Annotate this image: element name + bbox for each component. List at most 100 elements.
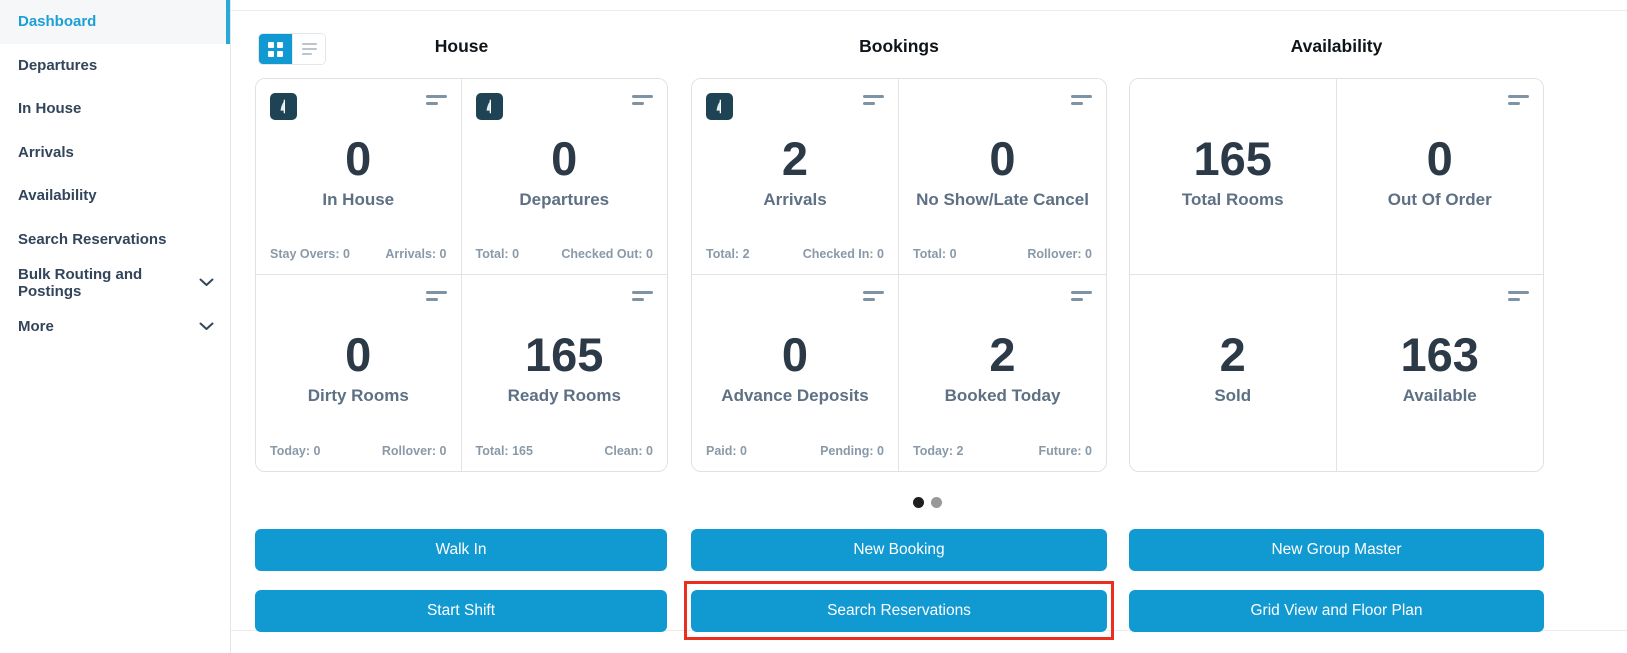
stat-footer-left: Stay Overs: 0: [270, 247, 350, 261]
stat-footer-left: Total: 0: [476, 247, 520, 261]
stat-label: Dirty Rooms: [256, 386, 461, 406]
search-reservations-button[interactable]: Search Reservations: [691, 590, 1107, 632]
stat-label: Arrivals: [692, 190, 898, 210]
sidebar-item-search-reservations[interactable]: Search Reservations: [0, 218, 230, 262]
sort-icon[interactable]: [863, 291, 884, 301]
sort-icon[interactable]: [1508, 95, 1529, 105]
stat-footer-right: Clean: 0: [604, 444, 653, 458]
stat-footer-left: Paid: 0: [706, 444, 747, 458]
pagination-dot-1[interactable]: [913, 497, 924, 508]
availability-card-group: 165 Total Rooms 0 Out Of Order 2 Sold 16…: [1129, 78, 1544, 472]
stat-label: No Show/Late Cancel: [899, 190, 1106, 210]
stat-footer-right: Future: 0: [1039, 444, 1092, 458]
start-shift-button[interactable]: Start Shift: [255, 590, 667, 632]
stat-value: 2: [692, 135, 898, 182]
chevron-down-icon: [199, 278, 214, 287]
departures-card[interactable]: 0 Departures Total: 0 Checked Out: 0: [462, 79, 668, 275]
sort-icon[interactable]: [1071, 95, 1092, 105]
brand-logo-icon: [476, 93, 503, 120]
stat-label: Departures: [462, 190, 668, 210]
in-house-card[interactable]: 0 In House Stay Overs: 0 Arrivals: 0: [256, 79, 462, 275]
arrivals-card[interactable]: 2 Arrivals Total: 2 Checked In: 0: [692, 79, 899, 275]
stat-label: Out Of Order: [1337, 190, 1544, 210]
sidebar-item-label: Dashboard: [18, 13, 96, 30]
sidebar-item-in-house[interactable]: In House: [0, 87, 230, 131]
stat-label: Total Rooms: [1130, 190, 1336, 210]
sidebar-item-bulk-routing-and-postings[interactable]: Bulk Routing and Postings: [0, 261, 230, 305]
stat-value: 2: [899, 331, 1106, 378]
stat-footer-right: Rollover: 0: [1027, 247, 1092, 261]
sort-icon[interactable]: [1071, 291, 1092, 301]
sidebar-item-label: In House: [18, 100, 81, 117]
sidebar-item-label: Departures: [18, 57, 97, 74]
stat-value: 0: [899, 135, 1106, 182]
sidebar-item-label: More: [18, 318, 54, 335]
stat-value: 163: [1337, 331, 1544, 378]
walk-in-button[interactable]: Walk In: [255, 529, 667, 571]
available-card[interactable]: 163 Available: [1337, 275, 1544, 471]
sidebar-nav: Dashboard Departures In House Arrivals A…: [0, 0, 231, 653]
sidebar-item-label: Bulk Routing and Postings: [18, 266, 199, 300]
stat-value: 0: [256, 135, 461, 182]
stat-footer-right: Checked Out: 0: [561, 247, 653, 261]
stat-label: Sold: [1130, 386, 1336, 406]
section-title-bookings: Bookings: [691, 36, 1107, 57]
sidebar-item-dashboard[interactable]: Dashboard: [0, 0, 230, 44]
dirty-rooms-card[interactable]: 0 Dirty Rooms Today: 0 Rollover: 0: [256, 275, 462, 471]
sort-icon[interactable]: [426, 95, 447, 105]
sort-icon[interactable]: [632, 95, 653, 105]
stat-value: 165: [1130, 135, 1336, 182]
pagination-dot-2[interactable]: [931, 497, 942, 508]
chevron-down-icon: [199, 322, 214, 331]
stat-label: Available: [1337, 386, 1544, 406]
sort-icon[interactable]: [632, 291, 653, 301]
stat-label: In House: [256, 190, 461, 210]
stat-label: Ready Rooms: [462, 386, 668, 406]
total-rooms-card[interactable]: 165 Total Rooms: [1130, 79, 1337, 275]
stat-value: 165: [462, 331, 668, 378]
stat-footer-left: Today: 2: [913, 444, 963, 458]
no-show-late-cancel-card[interactable]: 0 No Show/Late Cancel Total: 0 Rollover:…: [899, 79, 1106, 275]
house-card-group: 0 In House Stay Overs: 0 Arrivals: 0 0 D…: [255, 78, 668, 472]
sidebar-item-more[interactable]: More: [0, 305, 230, 349]
sort-icon[interactable]: [426, 291, 447, 301]
sidebar-item-availability[interactable]: Availability: [0, 174, 230, 218]
section-title-house: House: [255, 36, 668, 57]
sidebar-item-departures[interactable]: Departures: [0, 44, 230, 88]
grid-view-and-floor-plan-button[interactable]: Grid View and Floor Plan: [1129, 590, 1544, 632]
sold-card[interactable]: 2 Sold: [1130, 275, 1337, 471]
stat-label: Advance Deposits: [692, 386, 898, 406]
out-of-order-card[interactable]: 0 Out Of Order: [1337, 79, 1544, 275]
stat-footer-right: Arrivals: 0: [385, 247, 446, 261]
sort-icon[interactable]: [863, 95, 884, 105]
new-booking-button[interactable]: New Booking: [691, 529, 1107, 571]
stat-value: 0: [692, 331, 898, 378]
new-group-master-button[interactable]: New Group Master: [1129, 529, 1544, 571]
stat-footer-right: Rollover: 0: [382, 444, 447, 458]
carousel-pagination: [913, 497, 942, 508]
stat-footer-left: Total: 0: [913, 247, 957, 261]
stat-label: Booked Today: [899, 386, 1106, 406]
stat-footer-left: Total: 165: [476, 444, 533, 458]
stat-footer-right: Pending: 0: [820, 444, 884, 458]
sidebar-item-label: Availability: [18, 187, 97, 204]
brand-logo-icon: [706, 93, 733, 120]
sort-icon[interactable]: [1508, 291, 1529, 301]
ready-rooms-card[interactable]: 165 Ready Rooms Total: 165 Clean: 0: [462, 275, 668, 471]
brand-logo-icon: [270, 93, 297, 120]
sidebar-item-label: Arrivals: [18, 144, 74, 161]
booked-today-card[interactable]: 2 Booked Today Today: 2 Future: 0: [899, 275, 1106, 471]
stat-value: 0: [1337, 135, 1544, 182]
top-divider: [231, 10, 1627, 11]
stat-footer-left: Total: 2: [706, 247, 750, 261]
stat-value: 0: [256, 331, 461, 378]
advance-deposits-card[interactable]: 0 Advance Deposits Paid: 0 Pending: 0: [692, 275, 899, 471]
stat-value: 2: [1130, 331, 1336, 378]
stat-footer-right: Checked In: 0: [803, 247, 884, 261]
stat-footer-left: Today: 0: [270, 444, 320, 458]
sidebar-item-label: Search Reservations: [18, 231, 166, 248]
bookings-card-group: 2 Arrivals Total: 2 Checked In: 0 0 No S…: [691, 78, 1107, 472]
sidebar-item-arrivals[interactable]: Arrivals: [0, 131, 230, 175]
section-title-availability: Availability: [1129, 36, 1544, 57]
stat-value: 0: [462, 135, 668, 182]
